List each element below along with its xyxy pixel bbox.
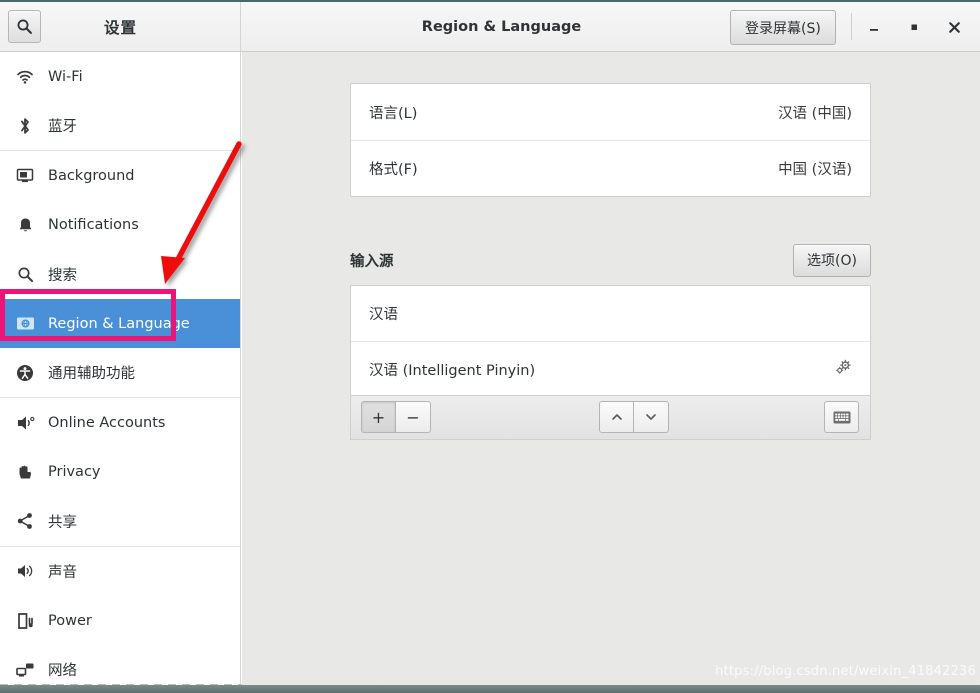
sidebar-item-label: Region & Language xyxy=(48,315,190,332)
sidebar-item-label: 共享 xyxy=(48,514,77,531)
sidebar-item-label: Wi-Fi xyxy=(48,68,83,85)
show-keyboard-layout-button[interactable] xyxy=(824,401,859,433)
input-sources-header: 输入源 选项(O) xyxy=(350,242,871,278)
language-card: 语言(L) 汉语 (中国) 格式(F) 中国 (汉语) xyxy=(350,83,871,197)
window-controls xyxy=(854,2,974,52)
options-button[interactable]: 选项(O) xyxy=(793,243,871,277)
input-source-label: 汉语 (Intelligent Pinyin) xyxy=(369,362,536,379)
move-down-button[interactable] xyxy=(634,401,669,433)
input-sources-toolbar: + − xyxy=(350,396,871,440)
sidebar-item-label: Background xyxy=(48,167,135,184)
sidebar-item-label: 蓝牙 xyxy=(48,119,77,136)
sidebar-item-online-accounts[interactable]: Online Accounts xyxy=(0,398,240,447)
add-input-source-button[interactable]: + xyxy=(361,401,396,433)
login-screen-button[interactable]: 登录屏幕(S) xyxy=(730,10,836,45)
sound-speaker-icon xyxy=(12,563,38,579)
sidebar-item-label: 声音 xyxy=(48,564,77,581)
sidebar-item-notifications[interactable]: Notifications xyxy=(0,201,240,250)
sidebar-item-label: Power xyxy=(48,612,92,629)
watermark: https://blog.csdn.net/weixin_41842236 xyxy=(715,664,976,679)
format-row[interactable]: 格式(F) 中国 (汉语) xyxy=(351,140,870,196)
minimize-button[interactable] xyxy=(854,7,894,47)
remove-input-source-button[interactable]: − xyxy=(396,401,431,433)
sidebar-item-label: 通用辅助功能 xyxy=(48,366,135,383)
search-icon xyxy=(12,266,38,283)
sidebar-item-label: 搜索 xyxy=(48,267,77,284)
minimize-icon xyxy=(870,29,878,31)
content-pane: 语言(L) 汉语 (中国) 格式(F) 中国 (汉语) 输入源 选项(O) 汉语… xyxy=(242,52,980,693)
move-group xyxy=(599,401,669,433)
input-source-row[interactable]: 汉语 xyxy=(351,286,870,341)
desktop-strip xyxy=(0,685,980,693)
sidebar-item-bluetooth[interactable]: 蓝牙 xyxy=(0,101,240,150)
header-content-section: Region & Language 登录屏幕(S) xyxy=(241,2,980,51)
bell-icon xyxy=(12,217,38,234)
close-icon xyxy=(948,21,960,33)
sidebar-item-background[interactable]: Background xyxy=(0,151,240,200)
format-row-label: 格式(F) xyxy=(369,162,418,178)
wifi-icon xyxy=(12,69,38,85)
region-language-icon xyxy=(12,316,38,331)
online-accounts-icon xyxy=(12,415,38,431)
sidebar[interactable]: Wi-Fi 蓝牙 Background Notifications 搜索 Reg… xyxy=(0,52,241,693)
move-up-button[interactable] xyxy=(599,401,634,433)
input-source-row[interactable]: 汉语 (Intelligent Pinyin) xyxy=(351,341,870,395)
sidebar-item-sharing[interactable]: 共享 xyxy=(0,497,240,546)
format-row-value: 中国 (汉语) xyxy=(778,162,852,178)
settings-window: 设置 Region & Language 登录屏幕(S) Wi-Fi 蓝牙 Ba… xyxy=(0,0,980,693)
header-bar: 设置 Region & Language 登录屏幕(S) xyxy=(0,2,980,52)
sidebar-item-power[interactable]: Power xyxy=(0,596,240,645)
maximize-icon xyxy=(911,24,917,30)
sidebar-item-label: 网络 xyxy=(48,663,77,680)
add-remove-group: + − xyxy=(361,401,431,433)
language-row[interactable]: 语言(L) 汉语 (中国) xyxy=(351,84,870,140)
network-icon xyxy=(12,662,38,678)
sharing-icon xyxy=(12,512,38,530)
gear-icon[interactable] xyxy=(835,359,852,380)
sidebar-item-region-language[interactable]: Region & Language xyxy=(0,298,240,349)
power-battery-icon xyxy=(12,612,38,630)
background-monitor-icon xyxy=(12,168,38,184)
privacy-hand-icon xyxy=(12,464,38,481)
sidebar-item-universal-access[interactable]: 通用辅助功能 xyxy=(0,348,240,397)
input-source-label: 汉语 xyxy=(369,307,398,323)
sidebar-item-search[interactable]: 搜索 xyxy=(0,250,240,299)
input-sources-title: 输入源 xyxy=(350,253,394,270)
chevron-down-icon xyxy=(646,414,656,420)
sidebar-item-sound[interactable]: 声音 xyxy=(0,547,240,596)
maximize-button[interactable] xyxy=(894,7,934,47)
accessibility-icon xyxy=(12,364,38,382)
input-sources-list: 汉语 汉语 (Intelligent Pinyin) xyxy=(350,285,871,396)
language-row-label: 语言(L) xyxy=(369,105,418,122)
chevron-up-icon xyxy=(611,414,622,420)
header-divider xyxy=(851,13,852,40)
close-button[interactable] xyxy=(934,7,974,47)
sidebar-item-label: Notifications xyxy=(48,217,139,234)
sidebar-item-wifi[interactable]: Wi-Fi xyxy=(0,52,240,101)
language-row-value: 汉语 (中国) xyxy=(778,105,852,122)
sidebar-item-label: Online Accounts xyxy=(48,414,166,431)
keyboard-icon xyxy=(833,411,850,423)
sidebar-item-privacy[interactable]: Privacy xyxy=(0,448,240,497)
sidebar-item-label: Privacy xyxy=(48,464,101,481)
bluetooth-icon xyxy=(12,117,38,135)
